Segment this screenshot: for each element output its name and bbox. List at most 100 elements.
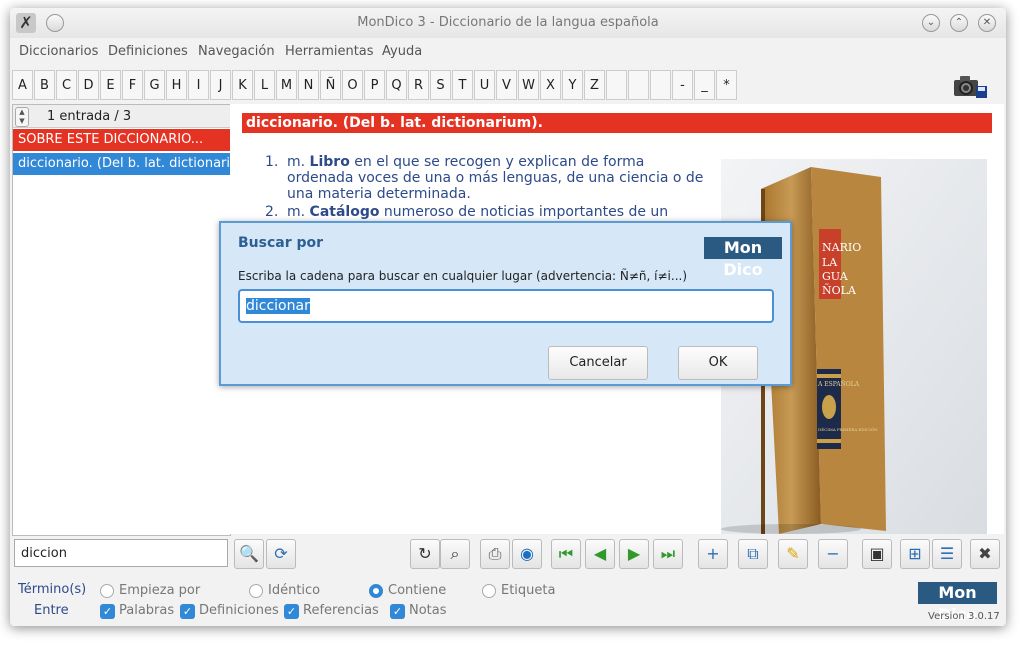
dialog-prompt: Escriba la cadena para buscar en cualqui… <box>238 269 688 283</box>
maximize-icon[interactable]: ⌃ <box>950 14 968 32</box>
definition-number: 2. <box>265 204 279 220</box>
close-icon[interactable]: ✕ <box>978 14 996 32</box>
printer-icon[interactable]: ⎙ <box>480 539 510 569</box>
letter-button[interactable]: Q <box>386 70 407 100</box>
definition-item: 1. m. Libro en el que se recogen y expli… <box>265 154 705 202</box>
entry-spinner-icon[interactable]: ▲ ▼ <box>15 107 29 127</box>
letter-button[interactable]: W <box>518 70 539 100</box>
checkbox-notas[interactable]: ✓ <box>390 604 405 619</box>
letter-button[interactable]: D <box>78 70 99 100</box>
between-label: Entre <box>34 603 69 618</box>
list-item-diccionario[interactable]: diccionario. (Del b. lat. dictionariu... <box>13 153 230 175</box>
menu-definiciones[interactable]: Definiciones <box>108 44 188 59</box>
checkbox-palabras[interactable]: ✓ <box>100 604 115 619</box>
letter-button[interactable] <box>606 70 627 100</box>
menu-diccionarios[interactable]: Diccionarios <box>19 44 98 59</box>
letter-button[interactable]: I <box>188 70 209 100</box>
add-entry-icon[interactable]: + <box>698 539 728 569</box>
remove-entry-icon[interactable]: − <box>818 539 848 569</box>
letter-button[interactable]: - <box>672 70 693 100</box>
bottom-toolbar: 🔍 ⟳ ↻ ⌕ ⎙ ◉ ⏮ ◀ ▶ ⏭ + ⧉ ✎ − ▣ ⊞ ☰ ✖ <box>10 536 1006 574</box>
ok-button[interactable]: OK <box>678 346 758 380</box>
letter-button[interactable]: A <box>12 70 33 100</box>
letter-button[interactable] <box>628 70 649 100</box>
save-disk-icon[interactable]: ▣ <box>862 539 892 569</box>
letter-button[interactable]: E <box>100 70 121 100</box>
window-title: MonDico 3 - Diccionario de la langua esp… <box>357 15 659 30</box>
definition-keyword: Libro <box>309 154 350 170</box>
definition-text: numeroso de noticias importantes de un <box>379 204 669 220</box>
search-small-icon[interactable]: ⌕ <box>440 539 470 569</box>
letter-button[interactable] <box>650 70 671 100</box>
search-input[interactable] <box>14 539 228 567</box>
letter-button[interactable]: M <box>276 70 297 100</box>
last-entry-icon[interactable]: ⏭ <box>653 539 683 569</box>
letter-button[interactable]: R <box>408 70 429 100</box>
books-icon[interactable]: ☰ <box>932 539 962 569</box>
first-entry-icon[interactable]: ⏮ <box>551 539 581 569</box>
letter-button[interactable]: J <box>210 70 231 100</box>
letter-button[interactable]: Y <box>562 70 583 100</box>
radio-contiene[interactable] <box>369 584 383 598</box>
export-icon[interactable]: ⊞ <box>900 539 930 569</box>
letter-button[interactable]: U <box>474 70 495 100</box>
letter-button[interactable]: H <box>166 70 187 100</box>
dialog-title: Buscar por <box>238 235 324 251</box>
letter-button[interactable]: Z <box>584 70 605 100</box>
letter-button[interactable]: _ <box>694 70 715 100</box>
letter-button[interactable]: Ñ <box>320 70 341 100</box>
checkbox-label: Palabras <box>119 603 175 618</box>
book-spine-text: NARIO <box>822 241 861 254</box>
checkbox-label: Definiciones <box>199 603 279 618</box>
edit-pencil-icon[interactable]: ✎ <box>778 539 808 569</box>
letter-button[interactable]: G <box>144 70 165 100</box>
radio-empieza-por[interactable] <box>100 584 114 598</box>
letter-button[interactable]: V <box>496 70 517 100</box>
checkbox-label: Referencias <box>303 603 379 618</box>
checkbox-definiciones[interactable]: ✓ <box>180 604 195 619</box>
definition-pos: m. <box>287 204 310 220</box>
entry-list-pane: ▲ ▼ 1 entrada / 3 SOBRE ESTE DICCIONARIO.… <box>12 104 231 536</box>
letter-button[interactable]: O <box>342 70 363 100</box>
dialog-search-input[interactable]: diccionar <box>238 289 774 323</box>
letter-button[interactable]: X <box>540 70 561 100</box>
letter-button[interactable]: B <box>34 70 55 100</box>
next-entry-icon[interactable]: ▶ <box>619 539 649 569</box>
previous-entry-icon[interactable]: ◀ <box>585 539 615 569</box>
globe-icon[interactable]: ◉ <box>512 539 542 569</box>
alphabet-bar: A B C D E F G H I J K L M N Ñ O P Q R S T U V W X Y Z - _ * <box>10 70 1006 102</box>
radio-identico[interactable] <box>249 584 263 598</box>
camera-save-icon[interactable] <box>952 72 988 100</box>
search-dialog: Buscar por Mon Dico Escriba la cadena pa… <box>219 221 792 386</box>
definition-number: 1. <box>265 154 279 170</box>
checkbox-referencias[interactable]: ✓ <box>284 604 299 619</box>
letter-button[interactable]: T <box>452 70 473 100</box>
radio-etiqueta[interactable] <box>482 584 496 598</box>
letter-button[interactable]: * <box>716 70 737 100</box>
version-label: Version 3.0.17 <box>928 611 1000 622</box>
letter-button[interactable]: L <box>254 70 275 100</box>
definition-keyword: Catálogo <box>309 204 380 220</box>
radio-label: Etiqueta <box>501 583 556 598</box>
menu-bar: Diccionarios Definiciones Navegación Her… <box>10 40 1006 64</box>
list-item-about[interactable]: SOBRE ESTE DICCIONARIO... <box>13 129 230 151</box>
book-spine-text: LA <box>822 256 838 269</box>
reload-icon[interactable]: ↻ <box>410 539 440 569</box>
minimize-icon[interactable]: ⌄ <box>922 14 940 32</box>
cancel-button[interactable]: Cancelar <box>548 346 648 380</box>
letter-button[interactable]: N <box>298 70 319 100</box>
letter-button[interactable]: C <box>56 70 77 100</box>
radio-label: Idéntico <box>268 583 321 598</box>
menu-navegacion[interactable]: Navegación <box>198 44 275 59</box>
letter-button[interactable]: K <box>232 70 253 100</box>
menu-herramientas[interactable]: Herramientas <box>285 44 374 59</box>
magnifier-search-icon[interactable]: 🔍 <box>234 539 264 569</box>
definition-text: en el que se recogen y explican de forma… <box>287 154 704 202</box>
tools-icon[interactable]: ✖ <box>970 539 1000 569</box>
duplicate-entry-icon[interactable]: ⧉ <box>738 539 768 569</box>
refresh-icon[interactable]: ⟳ <box>266 539 296 569</box>
letter-button[interactable]: S <box>430 70 451 100</box>
menu-ayuda[interactable]: Ayuda <box>382 44 422 59</box>
letter-button[interactable]: P <box>364 70 385 100</box>
letter-button[interactable]: F <box>122 70 143 100</box>
